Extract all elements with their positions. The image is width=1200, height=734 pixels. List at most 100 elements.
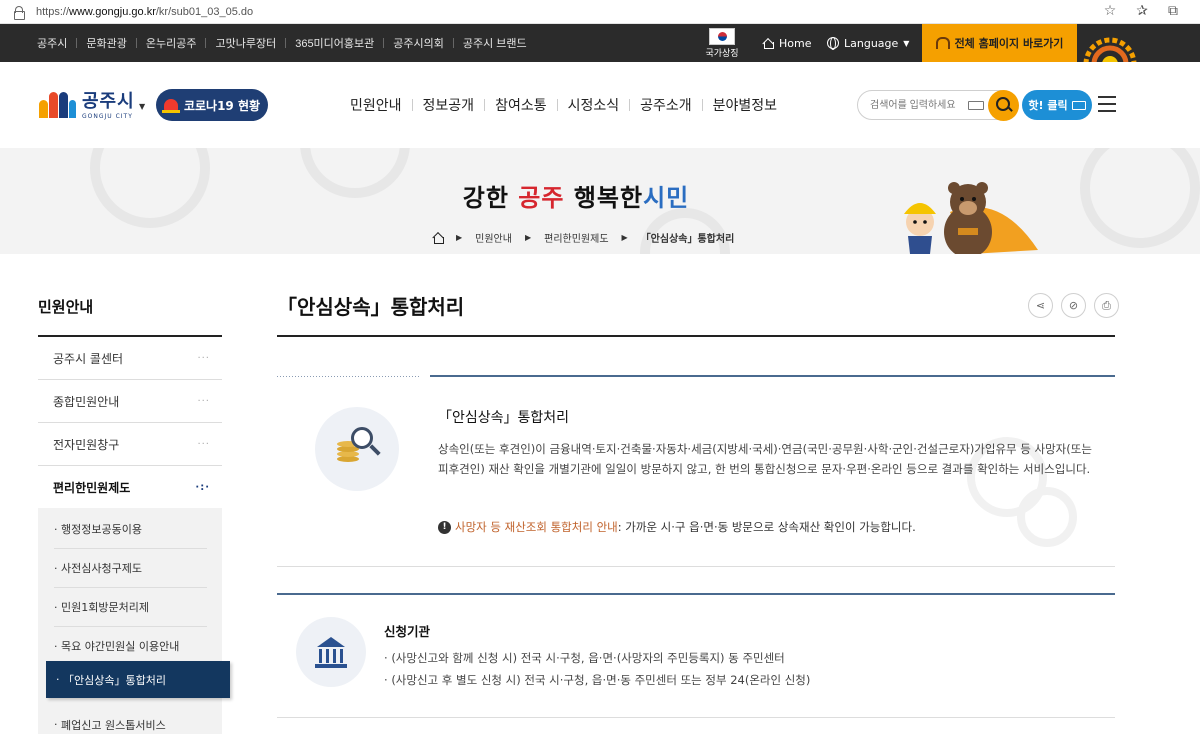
favorite-star-icon[interactable]: ☆ [1104,3,1117,19]
hamburger-menu-icon[interactable] [1098,96,1116,112]
intro-description: 상속인(또는 후견인)이 금융내역·토지·건축물·자동차·세금(지방세·국세)·… [438,442,1092,476]
expanded-dots-icon: ·:· [195,482,210,493]
topbar-link-gongju[interactable]: 공주시 [37,35,67,51]
all-sites-button[interactable]: 전체 홈페이지 바로가기 [922,24,1077,62]
favorites-list-icon[interactable]: ✰ [1136,3,1148,19]
search-button[interactable] [988,90,1019,121]
submenu-item[interactable]: · 행정정보공동이용 [54,510,207,549]
agency-list: (사망신고와 함께 신청 시) 전국 시·구청, 읍·면·(사망자의 주민등록지… [384,647,810,691]
intro-box: 「안심상속」통합처리 상속인(또는 후견인)이 금융내역·토지·건축물·자동차·… [277,377,1115,567]
covid19-status-button[interactable]: 코로나19 현황 [156,89,268,121]
sidebar-title: 민원안내 [38,298,94,316]
submenu-item[interactable]: · 사전심사청구제도 [54,549,207,588]
breadcrumb-item[interactable]: 편리한민원제도 [544,230,608,245]
sidebar-item-general-guide[interactable]: 종합민원안내 ··· [38,380,222,423]
topbar-link-culture[interactable]: 문화관광 [86,35,126,51]
sidebar-item-e-civil[interactable]: 전자민원창구 ··· [38,423,222,466]
logo-name: 공주시 [82,90,135,112]
page-title: 「안심상속」통합처리 [277,295,465,319]
more-dots-icon: ··· [197,352,210,364]
share-icon[interactable]: ⋖ [1028,293,1053,318]
breadcrumb: ▶ 민원안내 ▶ 편리한민원제도 ▶ 「안심상속」통합처리 [432,230,734,245]
search-input[interactable] [870,97,965,114]
home-label: Home [779,36,812,50]
sidebar-menu: 공주시 콜센터 ··· 종합민원안내 ··· 전자민원창구 ··· 편리한민원제… [38,337,222,509]
national-symbol-label: 국가상징 [705,49,739,59]
sidebar-item-label: 종합민원안내 [53,394,120,409]
topbar-link-market[interactable]: 고맛나루장터 [215,35,276,51]
globe-icon [827,37,839,50]
topbar-link-council[interactable]: 공주시의회 [393,35,444,51]
lock-icon [14,5,25,20]
topbar-link-onnuri[interactable]: 온누리공주 [146,35,197,51]
search-box [857,90,1019,121]
topbar-link-media[interactable]: 365미디어홍보관 [295,35,374,51]
breadcrumb-current: 「안심상속」통합처리 [640,234,735,245]
notice-highlight: 사망자 등 재산조회 통합처리 안내 [455,520,618,534]
site-header: 공주시 GONGJU CITY ▼ 코로나19 현황 민원안내 정보공개 참여소… [0,62,1200,148]
sidebar-item-label: 전자민원창구 [53,437,120,452]
home-link[interactable]: Home [762,24,811,62]
submenu-item[interactable]: · 폐업신고 원스톱서비스 [54,705,207,734]
more-dots-icon: ··· [197,438,210,450]
print-icon[interactable]: ⎙ [1094,293,1119,318]
chevron-right-icon: ▶ [524,233,532,242]
siren-icon [161,99,180,113]
sub-visual-banner: 강한 공주 행복한시민 ▶ 민원안내 ▶ 편리한민원제도 ▶ 「안심상속」통합처… [0,148,1200,254]
submenu-item-current[interactable]: · 「안심상속」통합처리 [46,661,230,698]
sidebar-item-callcenter[interactable]: 공주시 콜센터 ··· [38,337,222,380]
notice-text: : 가까운 시·구 읍·면·동 방문으로 상속재산 확인이 가능합니다. [617,520,916,534]
taegukgi-flag-icon [709,28,735,45]
exclamation-icon: ! [438,520,451,534]
main-navigation: 민원안내 정보공개 참여소통 시정소식 공주소개 분야별정보 [350,62,777,148]
sidebar-item-label: 공주시 콜센터 [53,351,124,366]
card-icon [1071,100,1086,110]
keyboard-icon[interactable] [968,101,984,110]
gongju-logo[interactable]: 공주시 GONGJU CITY [38,86,135,120]
browser-address-bar[interactable]: https://www.gongju.go.kr/kr/sub01_03_05.… [0,0,1200,24]
address-url[interactable]: https://www.gongju.go.kr/kr/sub01_03_05.… [36,6,253,18]
intro-title: 「안심상속」통합처리 [438,410,570,426]
list-item: (사망신고와 함께 신청 시) 전국 시·구청, 읍·면·(사망자의 주민등록지… [384,647,810,669]
gongju-gate-logo-icon [38,86,76,120]
chevron-right-icon: ▶ [621,233,628,242]
inheritance-search-icon [315,407,399,491]
language-label: Language [844,36,899,50]
title-divider [277,335,1115,337]
hot-click-button[interactable]: 핫! 클릭 [1022,90,1092,120]
chevron-right-icon: ▶ [456,233,463,242]
nav-item-civil[interactable]: 민원안내 [350,95,402,115]
nav-item-info[interactable]: 정보공개 [423,95,475,115]
family-site-links: 공주시 문화관광 온누리공주 고맛나루장터 365미디어홍보관 공주시의회 공주… [37,24,527,62]
attachment-icon[interactable]: ⊘ [1061,293,1086,318]
logo-subtitle: GONGJU CITY [82,112,133,120]
national-symbol-link[interactable]: 국가상징 [702,28,742,60]
mascot-illustration [904,182,1038,254]
nav-item-participation[interactable]: 참여소통 [495,95,547,115]
hot-click-label: 핫! 클릭 [1028,99,1068,112]
language-dropdown[interactable]: Language ▼ [827,24,909,62]
sidebar-item-convenient-system[interactable]: 편리한민원제도 ·:· [38,466,222,509]
covid19-label: 코로나19 현황 [183,98,261,113]
sidebar-item-label: 편리한민원제도 [53,481,131,495]
nav-item-news[interactable]: 시정소식 [568,95,620,115]
more-dots-icon: ··· [197,395,210,407]
breadcrumb-home-icon[interactable] [432,232,444,244]
logo-dropdown-icon[interactable]: ▼ [139,102,145,111]
sidebar-submenu: · 행정정보공동이용 · 사전심사청구제도 · 민원1회방문처리제 · 목요 야… [38,508,230,734]
list-item: (사망신고 후 별도 신청 시) 전국 시·구청, 읍·면·동 주민센터 또는 … [384,669,810,691]
gate-icon [935,37,950,49]
institution-building-icon [296,617,366,687]
agency-box: 신청기관 (사망신고와 함께 신청 시) 전국 시·구청, 읍·면·(사망자의 … [277,595,1115,718]
breadcrumb-item[interactable]: 민원안내 [475,230,512,245]
topbar-link-brand[interactable]: 공주시 브랜드 [463,35,527,51]
page-tools: ⋖ ⊘ ⎙ [1028,293,1119,318]
submenu-item[interactable]: · 민원1회방문처리제 [54,588,207,627]
nav-item-about[interactable]: 공주소개 [640,95,692,115]
intro-notice: ! 사망자 등 재산조회 통합처리 안내 : 가까운 시·구 읍·면·동 방문으… [438,519,916,535]
collections-icon[interactable]: ⧉ [1168,3,1178,19]
nav-item-fields[interactable]: 분야별정보 [713,95,777,115]
all-sites-label: 전체 홈페이지 바로가기 [954,37,1064,50]
sun-emblem-icon [1080,24,1140,62]
home-icon [762,38,774,49]
